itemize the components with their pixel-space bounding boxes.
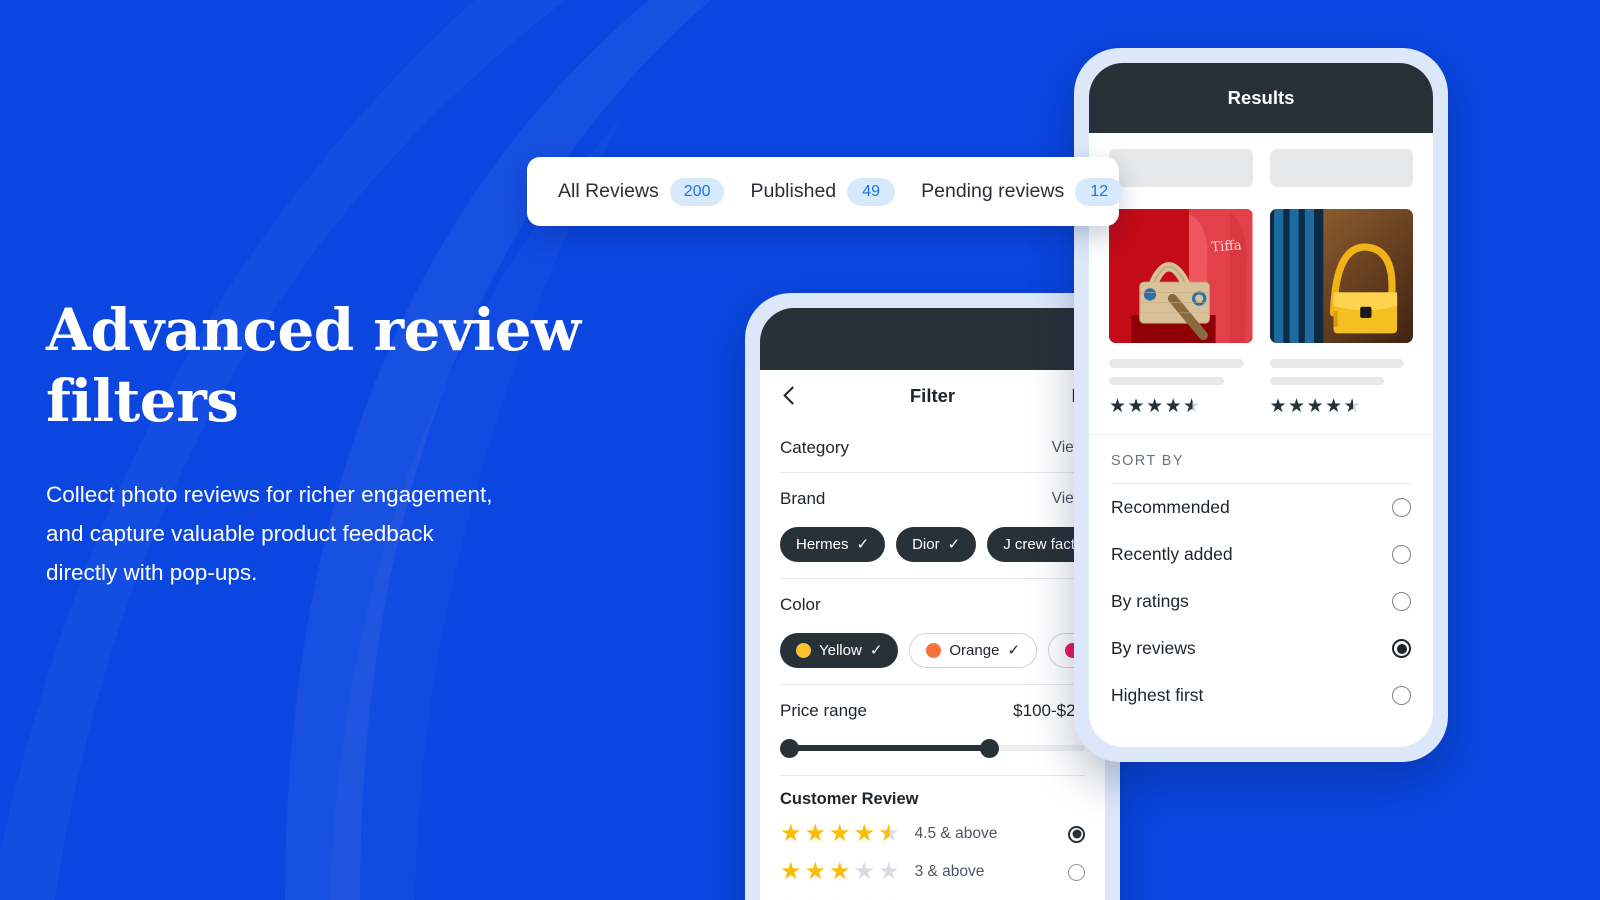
page-subtitle-line-1: Collect photo reviews for richer engagem… [46, 481, 493, 507]
chevron-left-icon[interactable] [780, 385, 802, 407]
results-header-title: Results [1089, 63, 1433, 133]
brand-chip-hermes[interactable]: Hermes ✓ [780, 527, 886, 562]
page-title-line-2: filters [46, 366, 239, 435]
tab-pending-reviews-label: Pending reviews [921, 180, 1065, 202]
sort-option-by-reviews-radio[interactable] [1392, 639, 1411, 658]
sort-option-recommended-label: Recommended [1111, 497, 1230, 517]
tab-pending-reviews-count: 12 [1075, 177, 1124, 206]
sort-by-panel: SORT BY Recommended Recently added By ra… [1089, 434, 1433, 723]
tab-published[interactable]: Published 49 [737, 157, 908, 226]
sort-option-recently-added[interactable]: Recently added [1111, 531, 1411, 578]
customer-review-label: Customer Review [780, 790, 919, 808]
sort-option-highest-first-label: Highest first [1111, 685, 1204, 705]
color-row: Color [760, 579, 1105, 629]
color-swatch-orange [926, 643, 942, 658]
category-label: Category [780, 438, 849, 457]
tab-published-count: 49 [847, 177, 896, 206]
color-chip-yellow-label: Yellow [819, 642, 862, 659]
tab-all-reviews[interactable]: All Reviews 200 [545, 157, 737, 226]
check-icon: ✓ [1007, 642, 1021, 659]
product-image-red-display-handbag: Tiffa [1109, 209, 1253, 343]
results-screen: Results Tiffa ★★★★★ ★★★★★ SORT BY Recomm… [1089, 63, 1433, 747]
star-rating-icon: ★★★★★ [780, 820, 901, 847]
rating-row-4-5[interactable]: ★ ★ ★ ★ ★ 4.5 & above [760, 815, 1105, 853]
sort-by-title: SORT BY [1111, 453, 1411, 484]
sort-option-highest-first-radio[interactable] [1392, 686, 1411, 705]
brand-chip-hermes-label: Hermes [796, 536, 849, 553]
page-subtitle-line-2: and capture valuable product feedback [46, 520, 434, 546]
sort-option-highest-first[interactable]: Highest first [1111, 672, 1411, 719]
results-product-grid: Tiffa ★★★★★ ★★★★★ [1089, 133, 1433, 416]
skeleton-placeholder [1109, 377, 1224, 385]
page-subtitle-line-3: directly with pop-ups. [46, 560, 258, 586]
sort-option-recently-added-label: Recently added [1111, 544, 1233, 564]
sort-option-by-ratings-label: By ratings [1111, 591, 1189, 611]
svg-text:Tiffa: Tiffa [1211, 238, 1243, 255]
brand-chip-dior-label: Dior [912, 536, 940, 553]
rating-row-4-5-label: 4.5 & above [914, 825, 998, 842]
filter-header: Filter R [760, 370, 1105, 422]
slider-handle-min[interactable] [780, 739, 799, 758]
tab-pending-reviews[interactable]: Pending reviews 12 [908, 157, 1136, 226]
page-subtitle: Collect photo reviews for richer engagem… [46, 475, 606, 593]
tab-published-label: Published [750, 180, 837, 202]
check-icon: ✓ [947, 536, 961, 553]
product-image-yellow-shoulder-bag [1269, 209, 1413, 343]
skeleton-placeholder [1269, 377, 1385, 385]
product-star-rating: ★★★★★ [1269, 396, 1363, 417]
price-range-slider[interactable] [780, 739, 1085, 758]
product-star-rating: ★★★★★ [1109, 396, 1202, 417]
hero-copy: Advanced review filters Collect photo re… [46, 295, 666, 593]
slider-handle-max[interactable] [980, 739, 999, 758]
skeleton-placeholder [1269, 359, 1405, 368]
filter-title: Filter [909, 385, 956, 406]
page-title: Advanced review filters [46, 295, 666, 437]
promo-banner: Advanced review filters Collect photo re… [0, 0, 1600, 900]
skeleton-placeholder [1269, 149, 1413, 187]
star-rating-icon: ★★★★★ [780, 858, 901, 885]
sort-option-recommended-radio[interactable] [1392, 498, 1411, 517]
results-phone-mockup: Results Tiffa ★★★★★ ★★★★★ SORT BY Recomm… [1074, 48, 1448, 762]
page-title-line-1: Advanced review [46, 296, 581, 364]
review-tabs-card: All Reviews 200 Published 49 Pending rev… [527, 157, 1124, 226]
color-chip-row: Yellow ✓ Orange ✓ Pink ✓ [760, 629, 1105, 684]
sort-option-by-ratings-radio[interactable] [1392, 592, 1411, 611]
brand-chip-row: Hermes ✓ Dior ✓ J crew factory ✓ [760, 523, 1105, 578]
filter-phone-mockup: Filter R Category View Brand View Hermes… [745, 293, 1120, 900]
sort-option-by-ratings[interactable]: By ratings [1111, 578, 1411, 625]
rating-row-2[interactable]: ★★★★★ 2 & above [760, 891, 1105, 900]
rating-row-4-5-radio[interactable] [1068, 825, 1085, 843]
tab-all-reviews-label: All Reviews [558, 180, 659, 202]
tab-all-reviews-count: 200 [669, 177, 725, 206]
sort-option-recently-added-radio[interactable] [1392, 545, 1411, 564]
filter-status-bar [760, 308, 1105, 370]
rating-row-3-radio[interactable] [1068, 863, 1085, 881]
color-swatch-yellow [796, 643, 811, 658]
check-icon: ✓ [856, 536, 870, 553]
brand-label: Brand [780, 489, 826, 508]
color-chip-orange[interactable]: Orange ✓ [909, 633, 1038, 668]
skeleton-placeholder [1109, 359, 1244, 368]
category-row[interactable]: Category View [760, 422, 1105, 472]
brand-row[interactable]: Brand View [760, 473, 1105, 523]
sort-option-by-reviews[interactable]: By reviews [1111, 625, 1411, 672]
filter-screen: Filter R Category View Brand View Hermes… [760, 308, 1105, 900]
slider-fill [785, 745, 990, 751]
sort-option-recommended[interactable]: Recommended [1111, 484, 1411, 531]
color-chip-yellow[interactable]: Yellow ✓ [780, 633, 899, 668]
product-card[interactable]: ★★★★★ [1269, 149, 1413, 417]
price-range-row: Price range $100-$20 [760, 685, 1105, 727]
brand-chip-dior[interactable]: Dior ✓ [896, 527, 977, 562]
check-icon: ✓ [869, 642, 883, 659]
sort-option-by-reviews-label: By reviews [1111, 638, 1196, 658]
color-label: Color [780, 595, 821, 614]
color-chip-orange-label: Orange [949, 642, 1000, 659]
rating-row-3[interactable]: ★ ★ ★ ★ ★ 3 & above [760, 853, 1105, 891]
price-range-label: Price range [780, 701, 867, 720]
rating-row-3-label: 3 & above [914, 863, 985, 880]
